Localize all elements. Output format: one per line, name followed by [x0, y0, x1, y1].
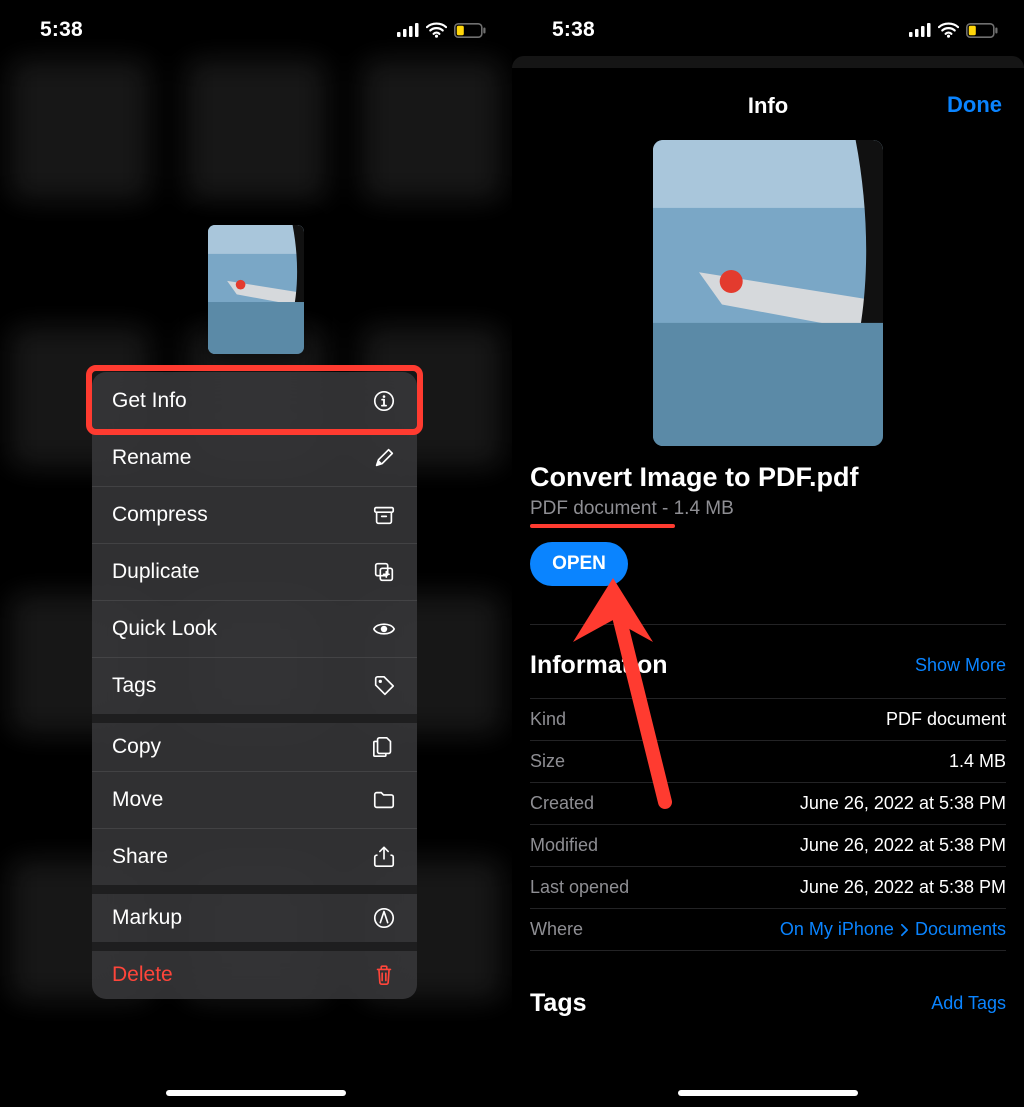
info-row-value: June 26, 2022 at 5:38 PM [800, 793, 1006, 814]
menu-item-label: Quick Look [112, 617, 217, 641]
selected-file-thumbnail[interactable] [208, 225, 304, 354]
menu-item-label: Compress [112, 503, 208, 527]
battery-icon [966, 23, 998, 38]
info-row-key: Modified [530, 835, 598, 856]
airplane-window-photo [208, 225, 304, 354]
info-row: Last opened June 26, 2022 at 5:38 PM [530, 867, 1006, 909]
wifi-icon [938, 22, 959, 38]
info-row: Size 1.4 MB [530, 741, 1006, 783]
menu-item-rename[interactable]: Rename [92, 429, 417, 486]
menu-item-label: Copy [112, 735, 161, 759]
cellular-signal-icon [397, 23, 419, 37]
where-path-link[interactable]: On My iPhone Documents [780, 919, 1006, 940]
info-row-key: Kind [530, 709, 566, 730]
information-header: Information [530, 651, 668, 680]
tag-icon [371, 673, 397, 699]
copydoc-icon [371, 734, 397, 760]
menu-item-label: Share [112, 845, 168, 869]
file-title: Convert Image to PDF.pdf [530, 462, 1006, 493]
tags-header: Tags [530, 989, 587, 1018]
status-bar: 5:38 [0, 0, 512, 60]
status-bar: 5:38 [512, 0, 1024, 60]
open-button[interactable]: OPEN [530, 542, 628, 586]
share-icon [371, 844, 397, 870]
info-row-key: Created [530, 793, 594, 814]
home-indicator[interactable] [166, 1090, 346, 1096]
eye-icon [371, 616, 397, 642]
menu-item-label: Tags [112, 674, 156, 698]
info-row-key-where: Where [530, 919, 583, 940]
archivebox-icon [371, 502, 397, 528]
menu-item-delete[interactable]: Delete [92, 942, 417, 999]
markup-icon [371, 905, 397, 931]
menu-item-duplicate[interactable]: Duplicate [92, 543, 417, 600]
menu-item-label: Markup [112, 906, 182, 930]
right-phone-info-sheet: 5:38 Info Done Convert Image to PDF.pdf … [512, 0, 1024, 1107]
sheet-title: Info [748, 93, 788, 119]
duplicate-icon [371, 559, 397, 585]
battery-icon [454, 23, 486, 38]
home-indicator[interactable] [678, 1090, 858, 1096]
done-button[interactable]: Done [947, 92, 1002, 118]
menu-item-compress[interactable]: Compress [92, 486, 417, 543]
menu-item-tags[interactable]: Tags [92, 657, 417, 714]
menu-item-label: Duplicate [112, 560, 200, 584]
menu-item-copy[interactable]: Copy [92, 714, 417, 771]
menu-item-share[interactable]: Share [92, 828, 417, 885]
file-subtitle: PDF document - 1.4 MB [530, 498, 1006, 520]
info-sheet: Info Done Convert Image to PDF.pdf PDF d… [512, 72, 1024, 1107]
menu-item-quick-look[interactable]: Quick Look [92, 600, 417, 657]
folder-icon [371, 787, 397, 813]
add-tags-button[interactable]: Add Tags [931, 993, 1006, 1014]
info-row: Kind PDF document [530, 699, 1006, 741]
menu-item-get-info[interactable]: Get Info [92, 372, 417, 429]
menu-item-label: Move [112, 788, 163, 812]
chevron-right-icon [900, 923, 909, 937]
info-row: Created June 26, 2022 at 5:38 PM [530, 783, 1006, 825]
info-icon [371, 388, 397, 414]
info-row-key: Last opened [530, 877, 629, 898]
where-location: On My iPhone [780, 919, 894, 940]
show-more-button[interactable]: Show More [915, 655, 1006, 676]
airplane-window-photo [653, 140, 883, 446]
pencil-icon [371, 445, 397, 471]
information-table: Kind PDF document Size 1.4 MB Created June 26… [530, 698, 1006, 909]
wifi-icon [426, 22, 447, 38]
menu-item-label: Get Info [112, 389, 187, 413]
status-time: 5:38 [40, 18, 83, 42]
info-row: Modified June 26, 2022 at 5:38 PM [530, 825, 1006, 867]
status-time: 5:38 [552, 18, 595, 42]
info-row-value: 1.4 MB [949, 751, 1006, 772]
menu-item-label: Delete [112, 963, 173, 987]
info-row-value: June 26, 2022 at 5:38 PM [800, 877, 1006, 898]
menu-item-markup[interactable]: Markup [92, 885, 417, 942]
file-preview-large[interactable] [653, 140, 883, 446]
info-row-key: Size [530, 751, 565, 772]
file-context-menu: Get Info Rename Compress Duplicate Quick Loo… [92, 372, 417, 999]
info-row-value: PDF document [886, 709, 1006, 730]
where-folder: Documents [915, 919, 1006, 940]
menu-item-label: Rename [112, 446, 191, 470]
annotation-underline [530, 524, 675, 528]
cellular-signal-icon [909, 23, 931, 37]
menu-item-move[interactable]: Move [92, 771, 417, 828]
info-row-value: June 26, 2022 at 5:38 PM [800, 835, 1006, 856]
left-phone-context-menu: 5:38 Get Info Rename Compress Duplicate Quic… [0, 0, 512, 1107]
trash-icon [371, 962, 397, 988]
